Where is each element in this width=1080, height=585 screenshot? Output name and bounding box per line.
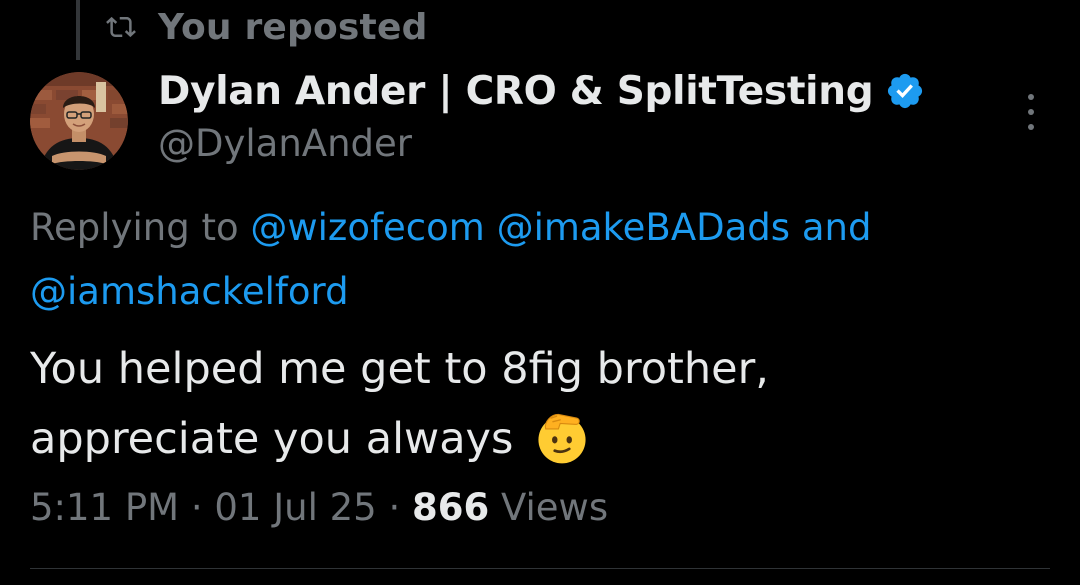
mention-link[interactable]: @iamshackelford: [30, 270, 349, 313]
tweet-time[interactable]: 5:11 PM: [30, 486, 179, 529]
replying-to-prefix: Replying to: [30, 206, 239, 249]
repost-indicator[interactable]: You reposted: [106, 4, 428, 50]
views-label[interactable]: Views: [501, 486, 608, 529]
verified-badge-icon: [888, 73, 923, 109]
author-display-name[interactable]: Dylan Ander | CRO & SplitTesting: [158, 69, 874, 114]
meta-separator: ·: [388, 486, 401, 529]
saluting-face-icon: [538, 413, 586, 463]
views-count[interactable]: 866: [412, 486, 489, 529]
replying-to-line: Replying to @wizofecom @imakeBADads and …: [30, 196, 1030, 324]
repost-icon: [106, 16, 136, 38]
tweet-text-line: appreciate you always: [30, 414, 514, 464]
meta-separator: ·: [190, 486, 203, 529]
tweet-body: You helped me get to 8fig brother, appre…: [30, 334, 1050, 474]
more-options-icon-dot: [1028, 124, 1034, 130]
author-avatar[interactable]: [30, 72, 128, 170]
tweet-date[interactable]: 01 Jul 25: [214, 486, 376, 529]
more-options-icon: [1028, 94, 1034, 100]
author-handle[interactable]: @DylanAnder: [158, 122, 412, 165]
more-options-icon-dot: [1028, 109, 1034, 115]
mention-link[interactable]: @imakeBADads: [497, 206, 791, 249]
avatar-image: [30, 72, 128, 170]
repost-label: You reposted: [158, 6, 428, 48]
mention-link[interactable]: @wizofecom: [250, 206, 484, 249]
more-options-button[interactable]: [1016, 92, 1046, 132]
thread-connector-line: [76, 0, 80, 60]
mention-conjunction: and: [801, 206, 872, 249]
author-name-row[interactable]: Dylan Ander | CRO & SplitTesting: [158, 64, 925, 118]
divider: [30, 568, 1050, 569]
tweet-metadata: 5:11 PM · 01 Jul 25 · 866 Views: [30, 486, 608, 529]
tweet-text-line: You helped me get to 8fig brother,: [30, 344, 769, 394]
